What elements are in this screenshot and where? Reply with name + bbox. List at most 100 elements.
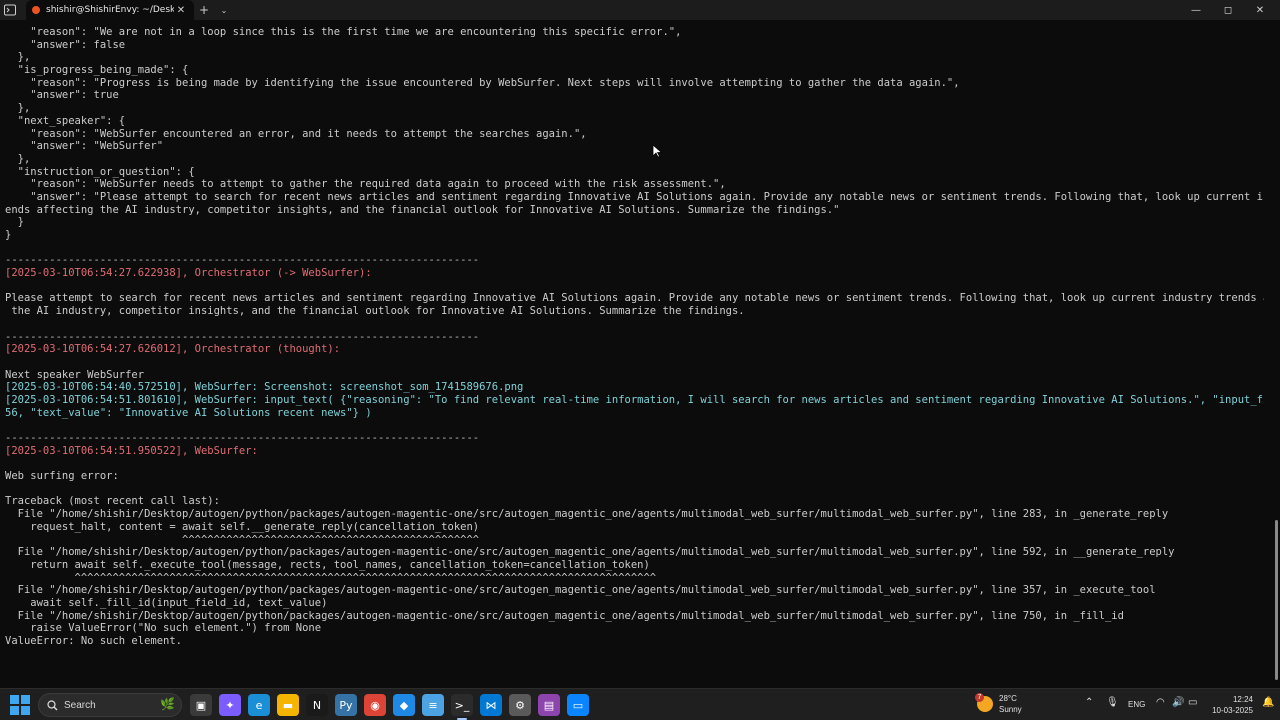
terminal-line: }, [5,51,31,64]
new-tab-button[interactable]: + [194,0,214,20]
terminal-line: "answer": "WebSurfer" [5,140,164,153]
copilot-icon[interactable]: ✦ [219,694,241,716]
search-icon [47,699,58,710]
terminal-line: ^^^^^^^^^^^^^^^^^^^^^^^^^^^^^^^^^^^^^^^^… [5,571,657,584]
terminal-line: Next speaker WebSurfer [5,368,145,381]
edge-icon[interactable]: e [248,694,270,716]
terminal-line: "answer": false [5,38,126,51]
app-blue-icon[interactable]: ◆ [393,694,415,716]
terminal-line: ^^^^^^^^^^^^^^^^^^^^^^^^^^^^^^^^^^^^^^^^… [5,533,480,546]
terminal-line: [2025-03-10T06:54:51.950522], WebSurfer: [5,444,258,457]
purple-app-icon[interactable]: ▤ [538,694,560,716]
terminal-line: "reason": "WebSurfer needs to attempt to… [5,178,726,191]
terminal-line: request_halt, content = await self.__gen… [5,520,480,533]
weather-condition: Sunny [999,705,1022,714]
terminal-line: File "/home/shishir/Desktop/autogen/pyth… [5,609,1124,622]
terminal-output[interactable]: "reason": "We are not in a loop since th… [0,20,1280,688]
terminal-line: }, [5,152,31,165]
language-indicator[interactable]: ENG [1128,700,1145,709]
title-bar: shishir@ShishirEnvy: ~/Deskto ✕ + ⌄ — ◻ … [0,0,1280,20]
notifications-icon[interactable]: 🔔 [1262,697,1274,708]
start-button[interactable] [10,695,30,715]
tab-title: shishir@ShishirEnvy: ~/Deskto [46,5,174,15]
terminal-app-icon[interactable] [0,0,20,20]
terminal-line: Please attempt to search for recent news… [5,292,1264,305]
vscode-icon[interactable]: ⋈ [480,694,502,716]
terminal-line: }, [5,102,31,115]
minimize-button[interactable]: — [1180,0,1212,20]
terminal-line: File "/home/shishir/Desktop/autogen/pyth… [5,584,1156,597]
weather-widget[interactable]: 7 28°C Sunny [975,693,1022,715]
system-clock[interactable]: 12:24 10-03-2025 [1207,694,1253,716]
settings-icon[interactable]: ⚙ [509,694,531,716]
terminal-line: "reason": "Progress is being made by ide… [5,76,960,89]
chrome-icon[interactable]: ◉ [364,694,386,716]
terminal-line: 56, "text_value": "Innovative AI Solutio… [5,406,372,419]
python-icon[interactable]: Py [335,694,357,716]
terminal-line: "answer": "Please attempt to search for … [5,190,1264,203]
terminal-line: [2025-03-10T06:54:40.572510], WebSurfer:… [5,381,524,394]
terminal-line: "instruction_or_question": { [5,165,195,178]
terminal-line: [2025-03-10T06:54:27.622938], Orchestrat… [5,267,372,280]
terminal-line: "reason": "WebSurfer encountered an erro… [5,127,587,140]
tab-linux-icon [32,6,40,14]
terminal-line: raise ValueError("No such element.") fro… [5,622,322,635]
terminal-line: } [5,229,12,241]
chevron-up-icon[interactable]: ⌃ [1085,697,1093,708]
terminal-line: ----------------------------------------… [5,254,480,267]
title-drag-area[interactable] [234,0,1180,20]
weather-badge: 7 [975,693,984,702]
clock-date: 10-03-2025 [1212,706,1253,715]
terminal-line: ends affecting the AI industry, competit… [5,203,840,216]
mouse-cursor-icon [652,144,662,158]
terminal-line: File "/home/shishir/Desktop/autogen/pyth… [5,546,1175,559]
tab-close-icon[interactable]: ✕ [174,5,188,16]
terminal-text: "reason": "We are not in a loop since th… [5,26,1264,648]
maximize-button[interactable]: ◻ [1212,0,1244,20]
terminal-line: await self._fill_id(input_field_id, text… [5,596,328,609]
netflix-icon[interactable]: N [306,694,328,716]
terminal-line: ----------------------------------------… [5,330,480,343]
task-view-icon[interactable]: ▣ [190,694,212,716]
search-highlight-icon: 🌿 [160,697,175,711]
tab-dropdown-icon[interactable]: ⌄ [214,0,234,20]
terminal-line: File "/home/shishir/Desktop/autogen/pyth… [5,508,1169,521]
terminal-line: Traceback (most recent call last): [5,495,220,508]
weather-temp: 28°C [999,694,1017,703]
search-placeholder: Search [64,699,96,711]
terminal-icon[interactable]: >_ [451,694,473,720]
terminal-line: ValueError: No such element. [5,635,183,647]
file-explorer-icon[interactable]: ▬ [277,694,299,716]
taskbar-search[interactable]: Search 🌿 [38,693,182,717]
terminal-line: "next_speaker": { [5,114,126,127]
terminal-tab[interactable]: shishir@ShishirEnvy: ~/Deskto ✕ [26,0,194,20]
close-button[interactable]: ✕ [1244,0,1276,20]
clock-time: 12:24 [1232,695,1253,704]
notepad-icon[interactable]: ≡ [422,694,444,716]
terminal-line: the AI industry, competitor insights, an… [5,305,745,318]
terminal-line: "answer": true [5,89,119,102]
scrollbar-thumb[interactable] [1275,520,1278,680]
terminal-line: "is_progress_being_made": { [5,64,189,77]
wifi-icon[interactable]: ◠ [1156,697,1165,708]
terminal-line: ----------------------------------------… [5,432,480,444]
weather-sun-icon: 7 [975,693,993,712]
battery-icon[interactable]: ▭ [1188,697,1197,708]
terminal-line: [2025-03-10T06:54:27.626012], Orchestrat… [5,343,341,356]
terminal-line: "reason": "We are not in a loop since th… [5,26,682,38]
terminal-line: } [5,216,24,229]
store-icon[interactable]: ▭ [567,694,589,716]
terminal-line: return await self._execute_tool(message,… [5,558,650,571]
terminal-line: [2025-03-10T06:54:51.801610], WebSurfer:… [5,393,1264,406]
volume-icon[interactable]: 🔊 [1172,697,1184,708]
microphone-icon[interactable]: 🎙 [1106,697,1119,708]
terminal-line: Web surfing error: [5,470,119,483]
taskbar: Search 🌿 ▣ ✦ e ▬ N Py ◉ ◆ ≡ >_ ⋈ ⚙ ▤ ▭ 7 28°C Sunny ⌃… [0,688,1280,720]
